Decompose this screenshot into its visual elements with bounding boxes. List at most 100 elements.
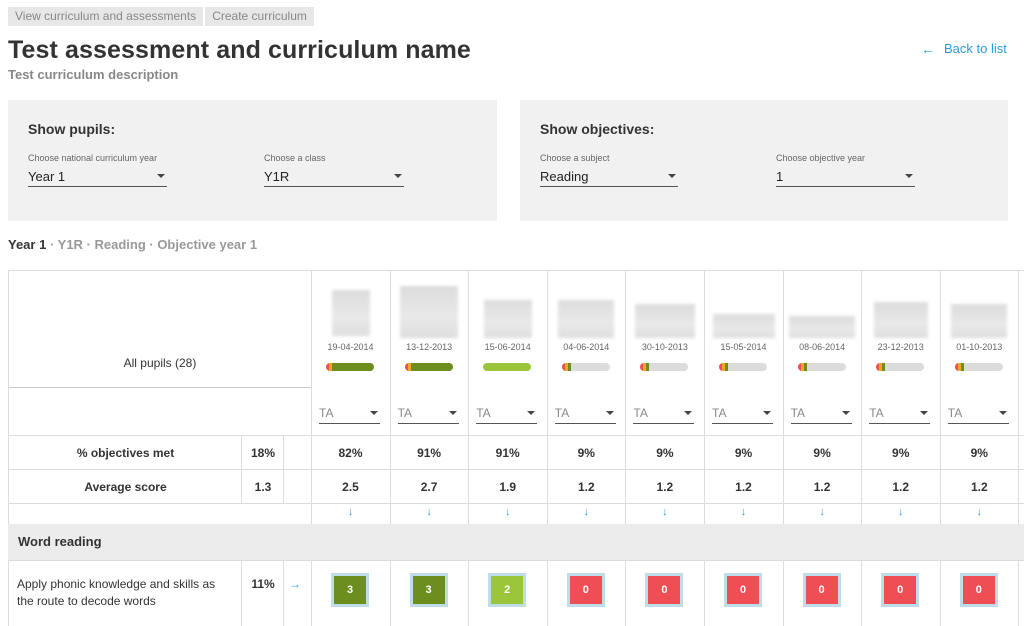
progress-segment [483, 363, 532, 371]
arrow-down-icon[interactable]: ↓ [547, 506, 626, 518]
grid-line [311, 560, 312, 626]
progress-segment [646, 363, 650, 371]
objectives-met-value: 91% [495, 446, 520, 460]
progress-bar [483, 363, 532, 371]
progress-segment [960, 363, 964, 371]
score-box[interactable]: 3 [331, 573, 369, 607]
grid-line [1018, 560, 1020, 626]
grid-line [861, 560, 863, 626]
progress-bar [719, 363, 767, 371]
section-title: Word reading [18, 534, 102, 549]
pupil-column[interactable]: 23-12-2013 [861, 270, 940, 387]
score-box[interactable]: 0 [645, 573, 684, 607]
pupil-column[interactable]: 30-10-2013 [625, 270, 704, 387]
progress-segment [567, 363, 571, 371]
objective-text: Apply phonic knowledge and skills as the… [17, 577, 216, 608]
pupil-column[interactable]: 15-06-2014 [468, 270, 547, 387]
chevron-down-icon [920, 411, 929, 415]
ta-select[interactable]: TA [869, 403, 931, 424]
pupil-avatar [873, 302, 928, 338]
chevron-down-icon [841, 411, 850, 415]
back-to-list-link[interactable]: ← Back to list [921, 41, 1007, 56]
class-select[interactable]: Y1R [264, 166, 404, 187]
chevron-down-icon [527, 411, 536, 415]
chevron-down-icon [448, 411, 457, 415]
score-box[interactable]: 0 [566, 573, 605, 607]
score-box[interactable]: 2 [488, 573, 527, 607]
progress-segment [332, 363, 374, 371]
score-box[interactable]: 0 [724, 573, 762, 607]
pupil-column[interactable]: 19-04-2014 [311, 270, 390, 387]
score-box[interactable]: 3 [409, 573, 448, 607]
ta-select[interactable]: TA [397, 403, 459, 424]
objective-year-select[interactable]: 1 [776, 166, 915, 187]
progress-bar [640, 363, 689, 371]
average-score-value: 2.5 [342, 480, 359, 494]
filter-summary: Year 1 · Y1R · Reading · Objective year … [8, 237, 257, 252]
section-word-reading: Word reading [8, 524, 1024, 560]
pupil-date: 08-06-2014 [799, 342, 846, 352]
chevron-down-icon [905, 174, 913, 178]
grid-line [283, 560, 284, 626]
progress-bar [326, 363, 374, 371]
average-score-value: 1.2 [577, 480, 595, 494]
ta-select[interactable]: TA [712, 403, 773, 424]
grid-line [468, 560, 470, 626]
curriculum-year-select[interactable]: Year 1 [28, 166, 167, 187]
grid-line [782, 560, 784, 626]
average-score-value: 1.2 [813, 480, 831, 494]
objective-year-label: Choose objective year [776, 153, 866, 163]
ta-select[interactable]: TA [554, 403, 616, 424]
pupil-column[interactable]: 04-06-2014 [547, 270, 626, 387]
ta-select-value: TA [869, 406, 884, 420]
objectives-met-value: 9% [656, 446, 674, 460]
pupil-avatar [483, 300, 532, 338]
ta-select[interactable]: TA [633, 403, 695, 424]
arrow-down-icon[interactable]: ↓ [940, 506, 1019, 518]
ta-select[interactable]: TA [947, 403, 1009, 424]
progress-bar [561, 363, 610, 371]
chevron-down-icon [157, 174, 165, 178]
pupil-date: 23-12-2013 [877, 342, 924, 352]
class-field: Choose a class Y1R [264, 153, 404, 187]
subject-field: Choose a subject Reading [540, 153, 678, 187]
arrow-down-icon[interactable]: ↓ [861, 506, 940, 518]
arrow-down-icon[interactable]: ↓ [390, 506, 469, 518]
pupil-column[interactable]: 08-06-2014 [783, 270, 862, 387]
average-score-value: 2.7 [420, 480, 438, 494]
ta-select-value: TA [476, 406, 491, 420]
arrow-down-icon[interactable]: ↓ [704, 506, 783, 518]
curriculum-year-label: Choose national curriculum year [28, 153, 158, 163]
pupil-column[interactable]: 13-12-2013 [390, 270, 469, 387]
arrow-down-icon[interactable]: ↓ [468, 506, 547, 518]
ta-select[interactable]: TA [319, 403, 380, 424]
tab-create-curriculum[interactable]: Create curriculum [205, 7, 314, 26]
arrow-down-icon[interactable]: ↓ [311, 506, 390, 518]
subject-select[interactable]: Reading [540, 166, 678, 187]
arrow-down-icon[interactable]: ↓ [783, 506, 862, 518]
pupil-column[interactable]: 01-10-2013 [940, 270, 1019, 387]
score-box[interactable]: 0 [959, 573, 998, 607]
grid-line [8, 387, 311, 388]
score-box[interactable]: 0 [802, 573, 841, 607]
ta-select-value: TA [319, 406, 334, 420]
arrow-right-icon[interactable]: → [289, 577, 301, 591]
objective-year-value: 1 [776, 168, 784, 184]
ta-select[interactable]: TA [790, 403, 852, 424]
subject-value: Reading [540, 168, 589, 184]
ta-select-value: TA [633, 406, 648, 420]
show-objectives-title: Show objectives: [540, 121, 655, 137]
arrow-down-icon[interactable]: ↓ [625, 506, 704, 518]
grid-line [546, 560, 548, 626]
pupil-date: 19-04-2014 [327, 342, 374, 352]
average-score-value: 1.2 [656, 480, 674, 494]
grid-line [8, 435, 1024, 436]
score-box[interactable]: 0 [881, 573, 920, 607]
average-score-value: 1.2 [970, 480, 988, 494]
pupil-column[interactable]: 15-05-2014 [704, 270, 783, 387]
pupil-avatar [558, 300, 615, 338]
ta-select[interactable]: TA [476, 403, 538, 424]
tab-view-curriculum[interactable]: View curriculum and assessments [8, 7, 204, 26]
chevron-down-icon [998, 411, 1007, 415]
ta-select-value: TA [554, 406, 570, 420]
